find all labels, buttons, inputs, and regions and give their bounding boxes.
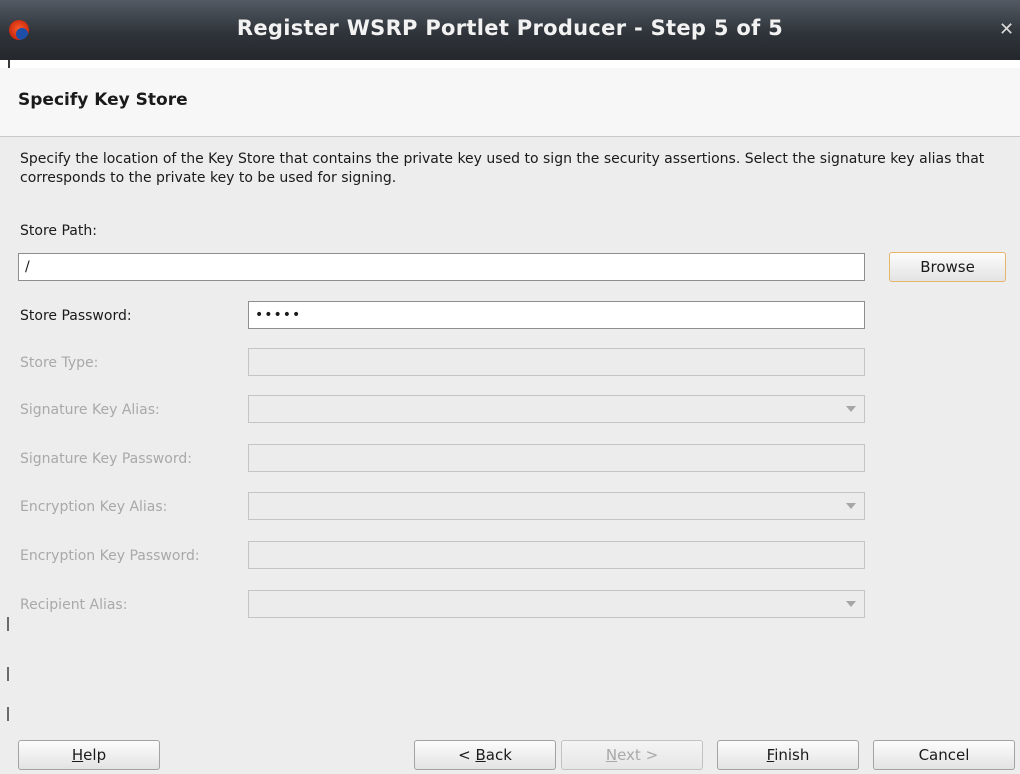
next-label: ext > [617,746,659,764]
store-path-label: Store Path: [20,223,97,239]
title-bar-gap [0,60,1020,68]
back-label: ack [485,746,512,764]
chevron-down-icon [846,406,856,412]
next-mnemonic: N [605,746,618,764]
signature-key-password-label: Signature Key Password: [20,451,192,467]
signature-key-password-field [248,444,865,472]
signature-key-alias-label: Signature Key Alias: [20,402,160,418]
window-edge-mark [7,667,9,681]
window-edge-mark [7,707,9,721]
next-button: Next > [561,740,703,770]
encryption-key-alias-combo [248,492,865,520]
back-mnemonic: B [475,746,486,764]
encryption-key-password-field [248,541,865,569]
recipient-alias-combo [248,590,865,618]
help-mnemonic: H [71,746,84,764]
finish-label: inish [774,746,810,764]
recipient-alias-label: Recipient Alias: [20,597,128,613]
wizard-content: Specify the location of the Key Store th… [0,137,1020,774]
store-type-field [248,348,865,376]
title-bar: Register WSRP Portlet Producer - Step 5 … [0,0,1020,60]
help-button[interactable]: Help [18,740,160,770]
finish-button[interactable]: Finish [717,740,859,770]
store-password-label: Store Password: [20,308,132,324]
page-title: Specify Key Store [18,90,188,110]
back-prefix: < [458,746,476,764]
encryption-key-alias-label: Encryption Key Alias: [20,499,168,515]
store-password-field[interactable] [248,301,865,329]
wizard-header: Specify Key Store [0,68,1020,137]
close-icon[interactable]: ✕ [999,19,1014,40]
instructions-text: Specify the location of the Key Store th… [20,151,985,186]
store-path-input[interactable] [18,253,865,281]
encryption-key-password-label: Encryption Key Password: [20,548,200,564]
chevron-down-icon [846,503,856,509]
window-edge-mark [7,617,9,631]
chevron-down-icon [846,601,856,607]
help-label: elp [83,746,107,764]
back-button[interactable]: < Back [414,740,556,770]
store-type-label: Store Type: [20,355,99,371]
window-title: Register WSRP Portlet Producer - Step 5 … [236,16,784,40]
cancel-button[interactable]: Cancel [873,740,1015,770]
signature-key-alias-combo [248,395,865,423]
browse-button[interactable]: Browse [889,252,1006,282]
